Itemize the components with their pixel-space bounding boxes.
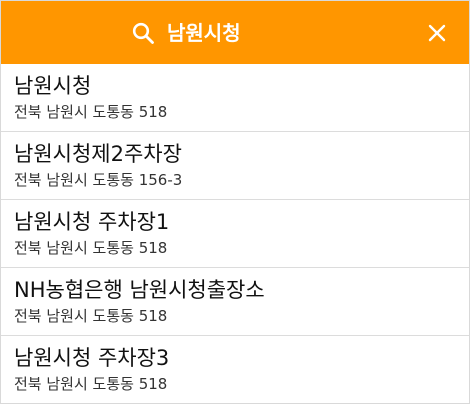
search-icon[interactable]: [132, 22, 154, 44]
search-result-item[interactable]: 남원시청 전북 남원시 도통동 518: [1, 64, 469, 132]
search-result-list: 남원시청 전북 남원시 도통동 518 남원시청제2주차장 전북 남원시 도통동…: [1, 64, 469, 404]
search-query-text[interactable]: 남원시청: [167, 18, 241, 48]
result-name: 남원시청 주차장1: [14, 210, 170, 234]
result-name: NH농협은행 남원시청출장소: [14, 278, 265, 302]
search-result-item[interactable]: 남원시청 주차장1 전북 남원시 도통동 518: [1, 200, 469, 268]
result-address: 전북 남원시 도통동 518: [14, 103, 168, 121]
result-name: 남원시청 주차장3: [14, 346, 170, 370]
result-name: 남원시청제2주차장: [14, 142, 182, 166]
search-result-item[interactable]: NH농협은행 남원시청출장소 전북 남원시 도통동 518: [1, 268, 469, 336]
result-address: 전북 남원시 도통동 518: [14, 307, 168, 325]
close-icon[interactable]: [427, 23, 447, 43]
result-address: 전북 남원시 도통동 518: [14, 375, 168, 393]
result-name: 남원시청: [14, 74, 92, 98]
result-address: 전북 남원시 도통동 518: [14, 239, 168, 257]
search-screen: 남원시청 남원시청 전북 남원시 도통동 518 남원시청제2주차장 전북 남원…: [0, 0, 470, 404]
result-address: 전북 남원시 도통동 156-3: [14, 171, 183, 189]
search-header: 남원시청: [1, 1, 469, 64]
search-result-item[interactable]: 남원시청 주차장3 전북 남원시 도통동 518: [1, 336, 469, 404]
search-result-item[interactable]: 남원시청제2주차장 전북 남원시 도통동 156-3: [1, 132, 469, 200]
